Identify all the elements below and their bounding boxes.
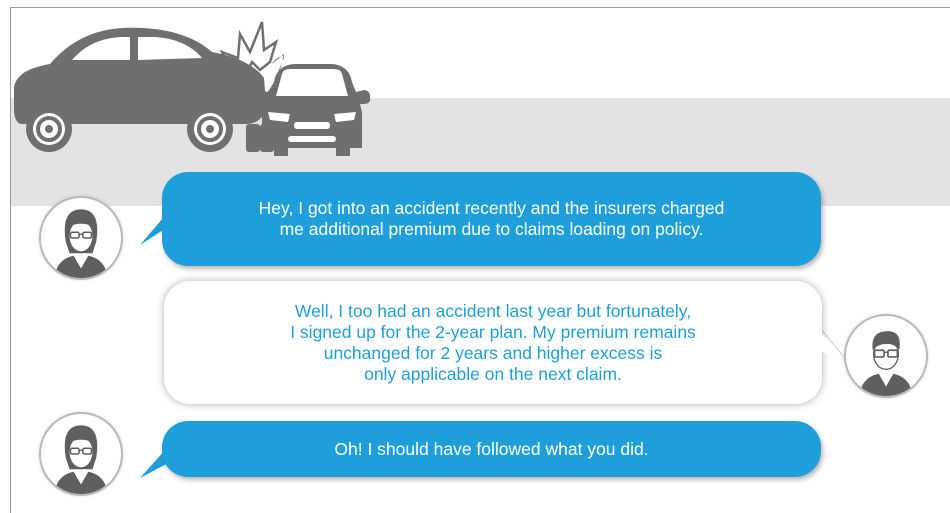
chat-bubble-woman: Hey, I got into an accident recently and…	[162, 172, 821, 266]
chat-bubble-man: Well, I too had an accident last year bu…	[164, 281, 822, 404]
sedan-car-icon	[14, 27, 266, 152]
message-text: Oh! I should have followed what you did.	[334, 438, 649, 459]
front-view-car-icon	[254, 64, 370, 156]
woman-avatar	[39, 412, 123, 496]
message-text: Well, I too had an accident last year bu…	[290, 300, 696, 384]
message-text: Hey, I got into an accident recently and…	[258, 198, 725, 239]
woman-avatar	[39, 196, 123, 280]
car-crash-icon	[14, 21, 284, 152]
man-avatar	[844, 314, 928, 398]
bubble-tail-fill	[812, 322, 846, 363]
chat-bubble-woman: Oh! I should have followed what you did.	[162, 421, 821, 477]
